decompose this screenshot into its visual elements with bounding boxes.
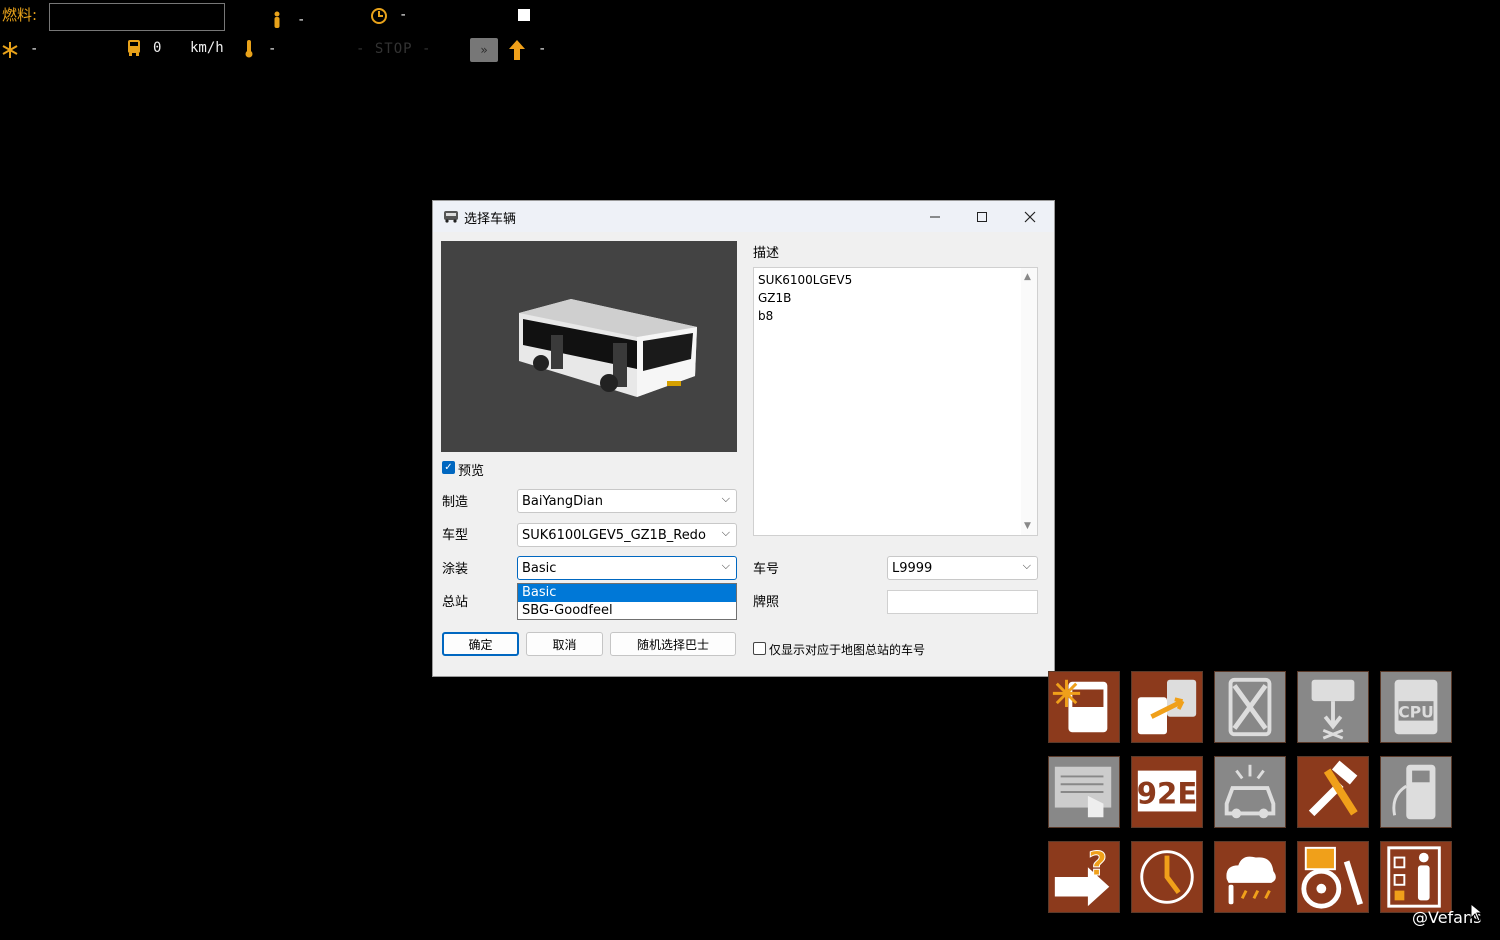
manufacturer-select[interactable]: BaiYangDian ⌵ [517,489,737,513]
bus-icon [128,40,140,56]
bus-app-icon [444,211,458,223]
title-bar[interactable]: 选择车辆 [433,201,1054,232]
minimize-button[interactable] [912,201,958,232]
model-select[interactable]: SUK6100LGEV5_GZ1B_Redo ⌵ [517,523,737,547]
ok-button[interactable]: 确定 [442,632,519,656]
plate-input[interactable] [887,590,1038,614]
chevron-down-icon: ⌵ [721,559,730,572]
passenger-value: - [297,12,306,28]
route-display-icon[interactable]: 92E [1131,756,1203,828]
mouse-cursor-icon [1470,903,1484,922]
cpu-bus-icon[interactable]: CPU [1380,671,1452,743]
filter-label: 仅显示对应于地图总站的车号 [769,643,926,657]
fleet-number-select[interactable]: L9999 ⌵ [887,556,1038,580]
model-label: 车型 [442,528,469,543]
bus-swap-icon[interactable] [1131,671,1203,743]
livery-select[interactable]: Basic ⌵ [517,556,737,580]
fuel-icon[interactable] [1380,756,1452,828]
bus-3d-preview-image [519,299,697,397]
plate-label: 牌照 [753,595,780,610]
speed-value: 0 [153,40,162,56]
description-line: b8 [758,309,774,323]
driver-settings-icon[interactable] [1297,841,1369,913]
ac-snowflake-icon [2,42,18,58]
manufacturer-label: 制造 [442,495,469,510]
fuel-gauge [49,3,225,31]
close-button[interactable] [1007,201,1053,232]
svg-text:?: ? [1088,844,1107,883]
preview-checkbox[interactable]: ✓ [442,461,455,474]
description-scrollbar[interactable]: ▲ ▼ [1021,268,1037,535]
passenger-icon [274,11,280,28]
route-number-text: 92E [1137,777,1198,811]
livery-value: Basic [522,561,557,576]
temperature-value: - [268,41,277,57]
livery-label: 涂装 [442,562,469,577]
remove-bus-icon[interactable] [1214,671,1286,743]
fleet-number-value: L9999 [892,561,933,576]
ac-value: - [30,41,39,57]
dialog-title: 选择车辆 [464,212,517,227]
preview-label: 预览 [458,464,485,479]
speed-unit: km/h [190,40,224,56]
traffic-icon[interactable] [1214,756,1286,828]
description-line: GZ1B [758,291,792,305]
random-bus-button[interactable]: 随机选择巴士 [610,632,736,656]
maximize-icon [977,211,987,222]
help-icon[interactable]: ? [1048,841,1120,913]
fleet-number-label: 车号 [753,562,780,577]
status-square [518,9,530,21]
cancel-button[interactable]: 取消 [526,632,603,656]
manufacturer-value: BaiYangDian [522,494,603,509]
livery-dropdown-list: Basic SBG-Goodfeel [517,583,737,620]
time-value: - [399,7,408,23]
filter-checkbox[interactable] [753,642,766,655]
chevron-down-icon: ⌵ [721,526,730,539]
fast-forward-button[interactable]: » [470,38,498,62]
description-textbox[interactable]: SUK6100LGEV5 GZ1B b8 ▲ ▼ [753,267,1038,536]
close-icon [1024,211,1036,222]
livery-option-sbg-goodfeel[interactable]: SBG-Goodfeel [518,602,736,620]
passenger-checklist-icon[interactable] [1380,841,1452,913]
description-line: SUK6100LGEV5 [758,273,853,287]
chevron-down-icon: ⌵ [721,492,730,505]
tools-icon[interactable] [1297,756,1369,828]
cpu-text: CPU [1398,704,1433,722]
direction-value: - [538,41,547,57]
livery-option-basic[interactable]: Basic [518,584,736,602]
timetable-icon[interactable] [1048,756,1120,828]
thermometer-icon [245,40,253,58]
vehicle-preview [441,241,737,452]
clock-icon[interactable] [1131,841,1203,913]
description-label: 描述 [753,246,780,261]
scroll-up-icon[interactable]: ▲ [1024,272,1031,282]
minimize-icon [930,216,940,217]
arrow-up-icon [509,40,525,60]
chevron-down-icon: ⌵ [1022,559,1031,572]
scroll-down-icon[interactable]: ▼ [1024,521,1031,531]
bus-lift-icon[interactable] [1297,671,1369,743]
weather-icon[interactable] [1214,841,1286,913]
stop-indicator: - STOP - [356,41,432,57]
bus-repair-icon[interactable] [1048,671,1120,743]
depot-label: 总站 [442,595,469,610]
clock-icon [371,8,387,24]
maximize-button[interactable] [959,201,1005,232]
model-value: SUK6100LGEV5_GZ1B_Redo [522,528,706,543]
fuel-label: 燃料: [2,6,38,24]
select-vehicle-dialog: 选择车辆 ✓ 预览 制造 BaiYangDian ⌵ 车型 SUK6100LGE… [432,200,1055,677]
